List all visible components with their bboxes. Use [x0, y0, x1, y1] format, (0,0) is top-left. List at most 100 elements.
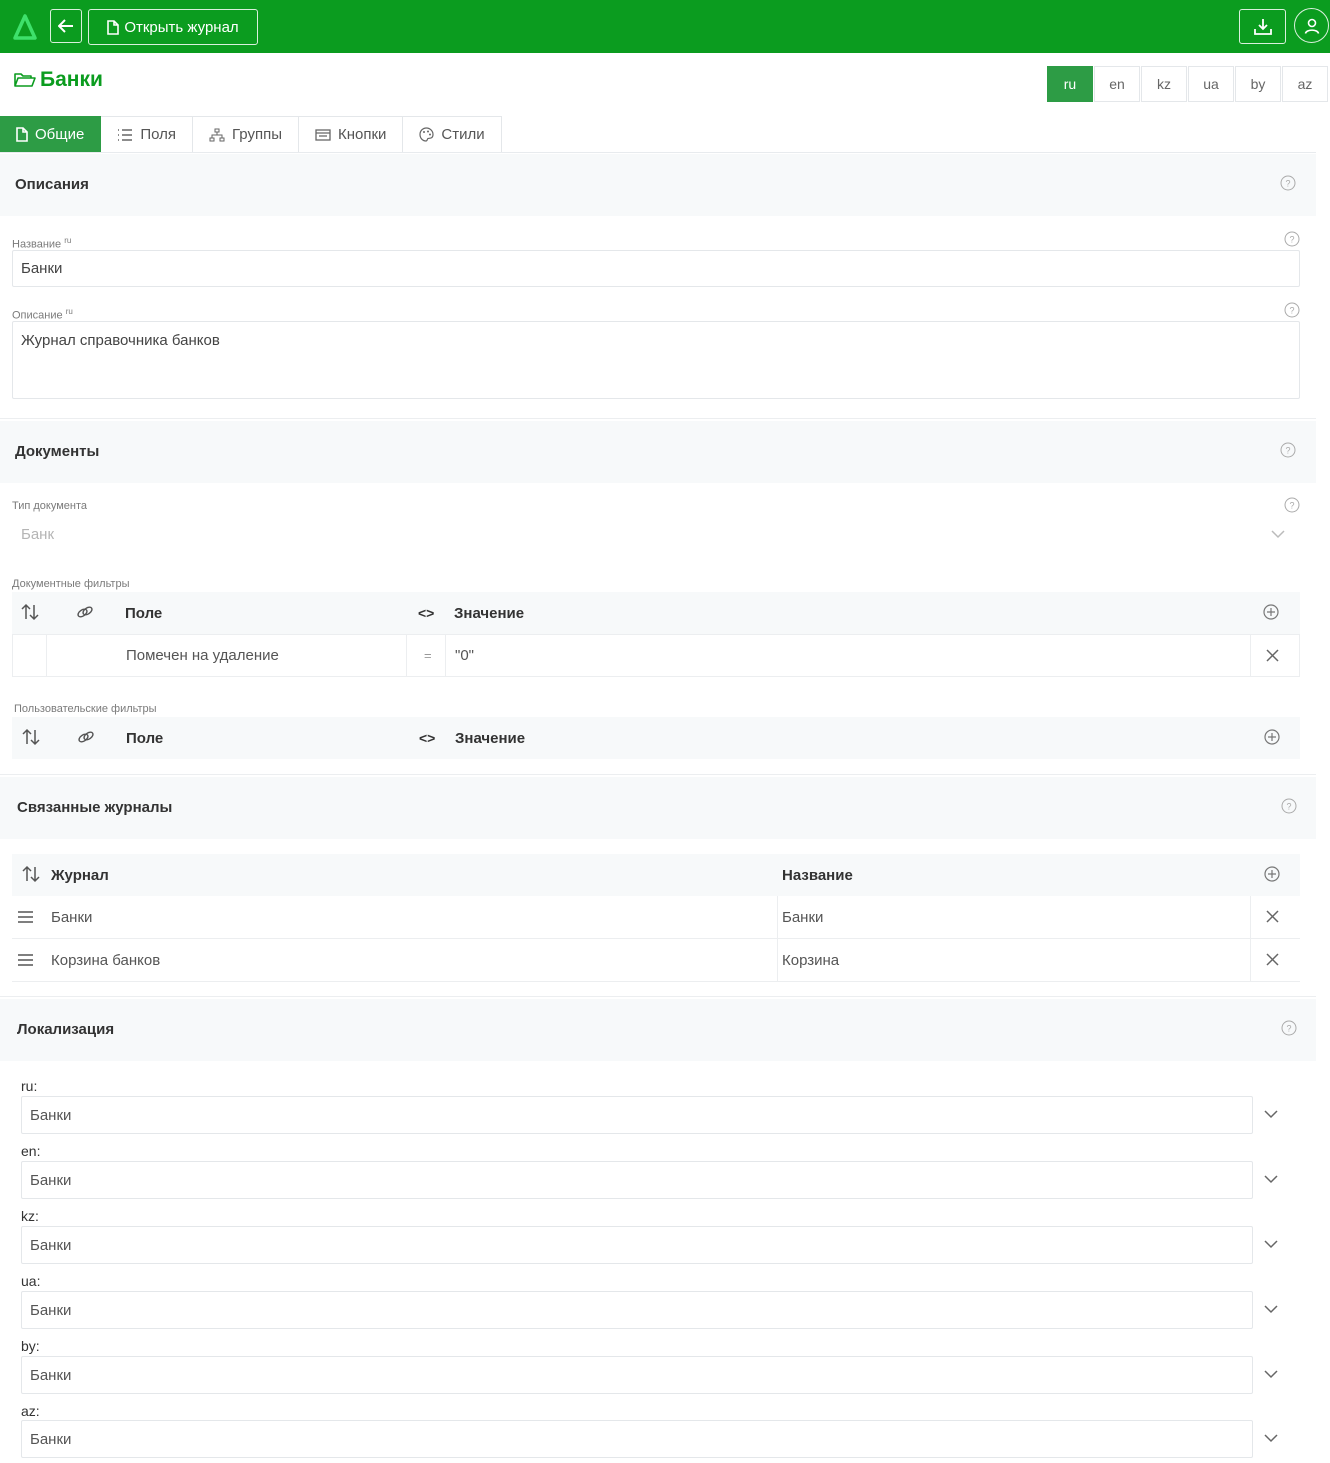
localization-section-header: Локализация ? — [0, 999, 1316, 1061]
add-circle-icon[interactable] — [1263, 604, 1279, 620]
help-icon[interactable]: ? — [1284, 231, 1300, 247]
descriptions-section-header: Описания ? — [0, 154, 1316, 216]
tab-buttons[interactable]: Кнопки — [298, 116, 404, 153]
open-journal-button[interactable]: Открыть журнал — [88, 9, 258, 45]
user-filters-header: Поле <> Значение — [12, 717, 1300, 759]
related-journals-header: Журнал Название — [12, 854, 1300, 896]
description-label: Описание ru — [12, 307, 73, 322]
help-icon[interactable]: ? — [1284, 302, 1300, 318]
help-icon[interactable]: ? — [1284, 497, 1300, 513]
help-icon[interactable]: ? — [1280, 175, 1296, 191]
cell-divider — [445, 635, 446, 676]
sort-icon[interactable] — [22, 865, 40, 883]
delta-logo-icon[interactable] — [12, 13, 38, 41]
journal-cell[interactable]: Банки — [51, 896, 92, 938]
loc-ru-input[interactable]: Банки — [21, 1096, 1253, 1134]
loc-az-label: az: — [21, 1403, 40, 1419]
close-icon[interactable] — [1266, 649, 1279, 662]
add-circle-icon[interactable] — [1264, 866, 1280, 882]
tab-label: Кнопки — [337, 126, 387, 143]
loc-en-input[interactable]: Банки — [21, 1161, 1253, 1199]
loc-by-label: by: — [21, 1338, 40, 1354]
lang-ua-button[interactable]: ua — [1188, 66, 1234, 102]
tab-bar: Общие Поля Группы Кнопки Стили — [0, 116, 502, 153]
related-journal-row[interactable]: Корзина банков Корзина — [12, 939, 1300, 982]
user-menu-button[interactable] — [1294, 8, 1329, 43]
help-icon[interactable]: ? — [1281, 1020, 1297, 1036]
lang-by-button[interactable]: by — [1235, 66, 1281, 102]
close-icon[interactable] — [1266, 953, 1279, 966]
loc-ua-label: ua: — [21, 1273, 41, 1289]
tab-groups[interactable]: Группы — [193, 116, 299, 153]
help-icon[interactable]: ? — [1280, 442, 1296, 458]
tab-general[interactable]: Общие — [0, 116, 102, 153]
filter-operator[interactable]: = — [424, 635, 432, 676]
chevron-down-icon[interactable] — [1264, 1174, 1278, 1184]
tab-divider — [0, 152, 1316, 153]
tab-label: Поля — [140, 126, 176, 143]
sort-icon[interactable] — [21, 603, 39, 621]
chevron-down-icon[interactable] — [1271, 529, 1285, 539]
col-value: Значение — [455, 729, 526, 747]
filter-value[interactable]: "0" — [455, 635, 474, 676]
description-textarea[interactable]: Журнал справочника банков — [12, 321, 1300, 399]
folder-open-icon — [14, 73, 36, 87]
chevron-down-icon[interactable] — [1264, 1239, 1278, 1249]
lang-kz-button[interactable]: kz — [1141, 66, 1187, 102]
loc-kz-input[interactable]: Банки — [21, 1226, 1253, 1264]
sort-icon[interactable] — [22, 728, 40, 746]
lang-en-button[interactable]: en — [1094, 66, 1140, 102]
loc-by-input[interactable]: Банки — [21, 1356, 1253, 1394]
chevron-down-icon[interactable] — [1264, 1304, 1278, 1314]
sitemap-icon — [209, 128, 225, 141]
close-icon[interactable] — [1266, 910, 1279, 923]
col-operator: <> — [418, 605, 435, 621]
tab-label: Общие — [35, 126, 85, 143]
cell-divider — [777, 939, 778, 981]
back-button[interactable] — [50, 9, 82, 43]
section-title: Описания — [15, 176, 89, 193]
loc-ua-input[interactable]: Банки — [21, 1291, 1253, 1329]
tab-fields[interactable]: Поля — [101, 116, 193, 153]
chevron-down-icon[interactable] — [1264, 1369, 1278, 1379]
cell-divider — [1250, 635, 1251, 676]
tab-styles[interactable]: Стили — [403, 116, 502, 153]
doc-filters-header: Поле <> Значение — [12, 592, 1300, 634]
user-icon — [1304, 18, 1319, 34]
chevron-down-icon[interactable] — [1264, 1433, 1278, 1443]
loc-en-label: en: — [21, 1143, 41, 1159]
drag-handle-icon[interactable] — [18, 911, 33, 923]
related-journals-section-header: Связанные журналы ? — [0, 777, 1316, 839]
cell-divider — [46, 635, 47, 676]
svg-text:?: ? — [1286, 1024, 1291, 1034]
name-input[interactable]: Банки — [12, 250, 1300, 287]
chevron-down-icon[interactable] — [1264, 1109, 1278, 1119]
related-journal-row[interactable]: Банки Банки — [12, 896, 1300, 939]
doc-filters-label: Документные фильтры — [12, 578, 130, 590]
section-divider — [0, 418, 1316, 419]
top-bar: Открыть журнал — [0, 0, 1330, 53]
col-journal: Журнал — [51, 866, 109, 884]
download-icon — [1253, 19, 1272, 35]
doc-type-select[interactable]: Банк — [12, 516, 1300, 553]
filter-field[interactable]: Помечен на удаление — [126, 635, 279, 676]
lang-ru-button[interactable]: ru — [1047, 66, 1093, 102]
add-circle-icon[interactable] — [1264, 729, 1280, 745]
journal-cell[interactable]: Корзина банков — [51, 939, 160, 981]
name-cell[interactable]: Банки — [782, 896, 823, 938]
download-button[interactable] — [1239, 9, 1286, 44]
lang-az-button[interactable]: az — [1282, 66, 1328, 102]
list-icon — [118, 128, 133, 141]
loc-az-input[interactable]: Банки — [21, 1420, 1253, 1458]
cell-divider — [777, 896, 778, 938]
drag-handle-icon[interactable] — [18, 954, 33, 966]
help-icon[interactable]: ? — [1281, 798, 1297, 814]
user-filters-label: Пользовательские фильтры — [14, 703, 157, 715]
name-cell[interactable]: Корзина — [782, 939, 839, 981]
col-operator: <> — [419, 730, 436, 746]
doc-filter-row[interactable]: Помечен на удаление = "0" — [12, 634, 1300, 677]
svg-text:?: ? — [1285, 179, 1290, 189]
svg-text:?: ? — [1285, 446, 1290, 456]
section-title: Локализация — [17, 1021, 115, 1038]
language-switcher: ru en kz ua by az — [1047, 66, 1329, 102]
